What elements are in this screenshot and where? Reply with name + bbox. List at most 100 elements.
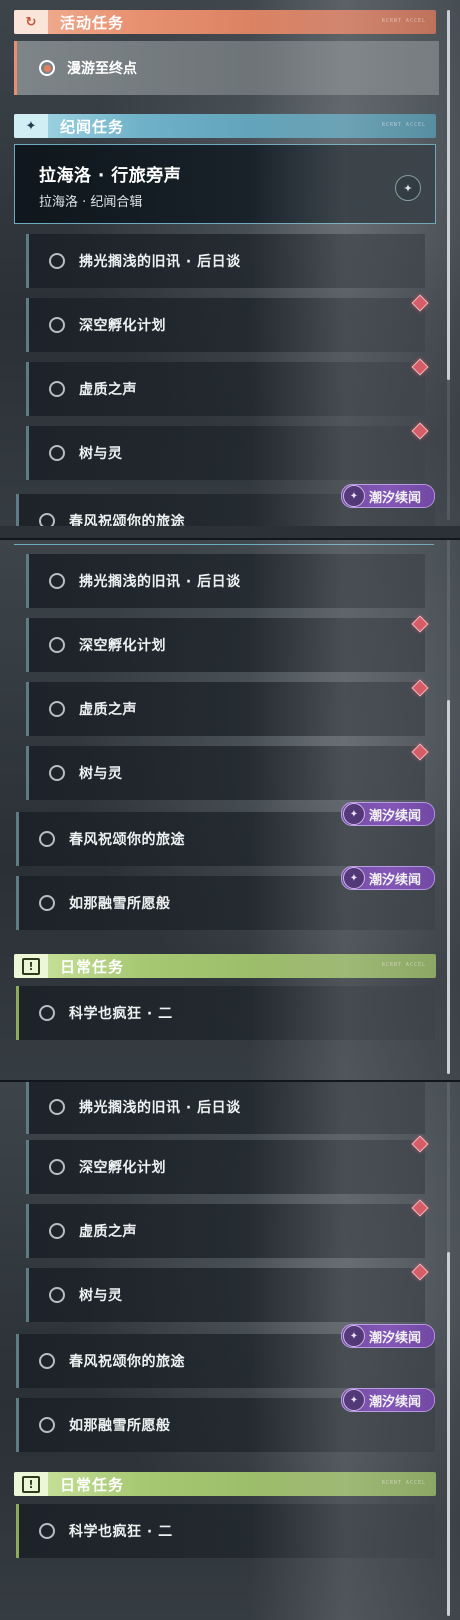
exclamation-icon: ! bbox=[14, 1472, 48, 1496]
quest-label: 春风祝颂你的旅途 bbox=[69, 1354, 185, 1370]
scrollbar-thumb[interactable] bbox=[447, 700, 450, 1074]
quest-item[interactable]: 深空孵化计划 bbox=[26, 1140, 425, 1194]
scrollbar[interactable] bbox=[447, 1082, 450, 1616]
scrollbar-thumb[interactable] bbox=[447, 1252, 450, 1616]
radio-icon bbox=[49, 445, 65, 461]
badge-label: 潮汐续闻 bbox=[369, 490, 422, 506]
quest-item[interactable]: 树与灵 bbox=[26, 1268, 425, 1322]
radio-icon bbox=[49, 317, 65, 333]
tide-sequel-badge: ✦ 潮汐续闻 bbox=[341, 1324, 435, 1348]
quest-panel-3: 拂光搁浅的旧讯 · 后日谈 深空孵化计划 虚质之声 树与灵 春风祝颂你的旅途 ✦… bbox=[0, 1082, 460, 1620]
section-title: 日常任务 bbox=[60, 957, 125, 976]
header-decoration: RCRNT ACCEL bbox=[381, 122, 426, 128]
quest-label: 虚质之声 bbox=[79, 382, 137, 398]
quest-label: 拂光搁浅的旧讯 · 后日谈 bbox=[79, 254, 241, 270]
quest-label: 科学也疯狂 · 二 bbox=[69, 1006, 173, 1022]
wing-emblem-icon: ✦ bbox=[343, 1325, 365, 1347]
daily-quest-item[interactable]: 科学也疯狂 · 二 bbox=[16, 1504, 435, 1558]
radio-icon bbox=[39, 1523, 55, 1539]
section-title: 日常任务 bbox=[60, 1475, 125, 1494]
exclamation-icon: ! bbox=[14, 954, 48, 978]
card-edge bbox=[14, 544, 434, 545]
quest-item[interactable]: 树与灵 bbox=[26, 746, 425, 800]
wing-emblem-icon: ✦ bbox=[343, 867, 365, 889]
radio-icon bbox=[39, 1005, 55, 1021]
quest-label: 树与灵 bbox=[79, 766, 123, 782]
radio-icon bbox=[49, 1287, 65, 1303]
activity-refresh-icon: ↻ bbox=[14, 10, 48, 34]
quest-label: 如那融雪所愿般 bbox=[69, 1418, 171, 1434]
quest-label: 虚质之声 bbox=[79, 702, 137, 718]
quest-item[interactable]: 深空孵化计划 bbox=[26, 618, 425, 672]
section-header-chronicle[interactable]: ✦ 纪闻任务 RCRNT ACCEL bbox=[14, 114, 436, 138]
quest-item[interactable]: 虚质之声 bbox=[26, 682, 425, 736]
scrollbar[interactable] bbox=[447, 10, 450, 520]
quest-item[interactable]: 树与灵 bbox=[26, 426, 425, 480]
quest-label: 科学也疯狂 · 二 bbox=[69, 1524, 173, 1540]
navigate-icon[interactable]: ✦ bbox=[395, 175, 421, 201]
radio-icon bbox=[39, 895, 55, 911]
quest-item[interactable]: 虚质之声 bbox=[26, 362, 425, 416]
quest-label: 春风祝颂你的旅途 bbox=[69, 514, 185, 526]
radio-icon bbox=[49, 637, 65, 653]
badge-label: 潮汐续闻 bbox=[369, 872, 422, 888]
quest-panel-2: 拂光搁浅的旧讯 · 后日谈 深空孵化计划 虚质之声 树与灵 春风祝颂你的旅途 ✦… bbox=[0, 540, 460, 1080]
scrollbar[interactable] bbox=[447, 540, 450, 1074]
chronicle-title: 拉海洛 · 行旅旁声 bbox=[39, 166, 182, 186]
quest-label: 树与灵 bbox=[79, 1288, 123, 1304]
quest-item[interactable]: 虚质之声 bbox=[26, 1204, 425, 1258]
quest-label: 漫游至终点 bbox=[67, 61, 137, 77]
radio-icon bbox=[49, 1099, 65, 1115]
wing-emblem-icon: ✦ bbox=[343, 1389, 365, 1411]
tide-sequel-badge: ✦ 潮汐续闻 bbox=[341, 866, 435, 890]
star-compass-icon: ✦ bbox=[14, 114, 48, 138]
radio-icon bbox=[49, 381, 65, 397]
radio-icon bbox=[49, 765, 65, 781]
radio-icon bbox=[49, 1159, 65, 1175]
tide-sequel-badge: ✦ 潮汐续闻 bbox=[341, 1388, 435, 1412]
radio-icon bbox=[49, 1223, 65, 1239]
section-header-daily[interactable]: ! 日常任务 RCRNT ACCEL bbox=[14, 954, 436, 978]
quest-item[interactable]: 拂光搁浅的旧讯 · 后日谈 bbox=[26, 554, 425, 608]
quest-label: 春风祝颂你的旅途 bbox=[69, 832, 185, 848]
quest-item[interactable]: 拂光搁浅的旧讯 · 后日谈 bbox=[26, 1082, 425, 1134]
quest-label: 如那融雪所愿般 bbox=[69, 896, 171, 912]
scrollbar-thumb[interactable] bbox=[447, 10, 450, 380]
tide-sequel-badge: ✦ 潮汐续闻 bbox=[341, 484, 435, 508]
daily-quest-item[interactable]: 科学也疯狂 · 二 bbox=[16, 986, 435, 1040]
quest-label: 拂光搁浅的旧讯 · 后日谈 bbox=[79, 1100, 241, 1116]
wing-emblem-icon: ✦ bbox=[343, 485, 365, 507]
tide-sequel-badge: ✦ 潮汐续闻 bbox=[341, 802, 435, 826]
wing-emblem-icon: ✦ bbox=[343, 803, 365, 825]
section-title: 纪闻任务 bbox=[60, 117, 125, 136]
badge-label: 潮汐续闻 bbox=[369, 808, 422, 824]
active-quest-item[interactable]: 漫游至终点 bbox=[14, 41, 439, 95]
radio-icon bbox=[49, 573, 65, 589]
chronicle-subtitle: 拉海洛 · 纪闻合辑 bbox=[39, 195, 143, 210]
radio-icon bbox=[39, 831, 55, 847]
quest-panel-1: ↻ 活动任务 RCRNT ACCEL 漫游至终点 ✦ 纪闻任务 RCRNT AC… bbox=[0, 0, 460, 526]
quest-item[interactable]: 深空孵化计划 bbox=[26, 298, 425, 352]
quest-item[interactable]: 拂光搁浅的旧讯 · 后日谈 bbox=[26, 234, 425, 288]
quest-label: 树与灵 bbox=[79, 446, 123, 462]
quest-label: 虚质之声 bbox=[79, 1224, 137, 1240]
header-decoration: RCRNT ACCEL bbox=[381, 1480, 426, 1486]
quest-label: 深空孵化计划 bbox=[79, 1160, 166, 1176]
section-header-daily[interactable]: ! 日常任务 RCRNT ACCEL bbox=[14, 1472, 436, 1496]
badge-label: 潮汐续闻 bbox=[369, 1330, 422, 1346]
section-title: 活动任务 bbox=[60, 13, 125, 32]
radio-icon bbox=[49, 701, 65, 717]
quest-label: 深空孵化计划 bbox=[79, 318, 166, 334]
radio-icon bbox=[49, 253, 65, 269]
radio-icon bbox=[39, 1417, 55, 1433]
quest-label: 拂光搁浅的旧讯 · 后日谈 bbox=[79, 574, 241, 590]
selected-radio-icon bbox=[39, 60, 55, 76]
section-header-activity[interactable]: ↻ 活动任务 RCRNT ACCEL bbox=[14, 10, 436, 34]
radio-icon bbox=[39, 1353, 55, 1369]
chronicle-collection-card[interactable]: 拉海洛 · 行旅旁声 拉海洛 · 纪闻合辑 ✦ bbox=[14, 144, 436, 224]
badge-label: 潮汐续闻 bbox=[369, 1394, 422, 1410]
radio-icon bbox=[39, 513, 55, 526]
header-decoration: RCRNT ACCEL bbox=[381, 962, 426, 968]
header-decoration: RCRNT ACCEL bbox=[381, 18, 426, 24]
quest-label: 深空孵化计划 bbox=[79, 638, 166, 654]
